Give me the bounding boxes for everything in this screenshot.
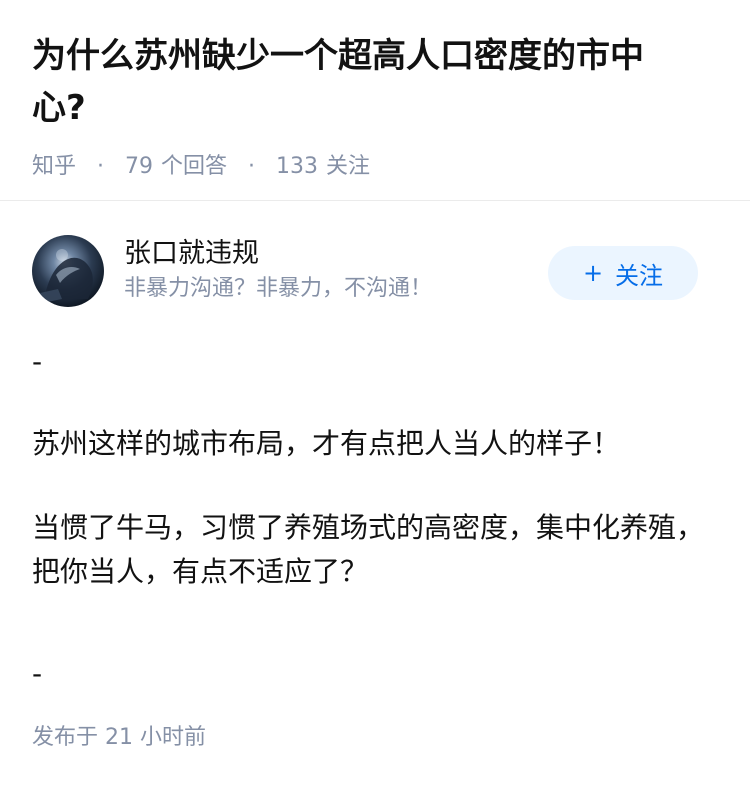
- question-meta: 知乎 · 79 个回答 · 133 关注: [32, 152, 718, 182]
- meta-separator: ·: [248, 154, 256, 179]
- publish-time: 发布于 21 小时前: [32, 722, 206, 754]
- followers-count-link[interactable]: 133 关注: [276, 154, 370, 179]
- answers-count-link[interactable]: 79 个回答: [125, 154, 227, 179]
- avatar[interactable]: [32, 235, 104, 307]
- author-name[interactable]: 张口就违规: [124, 235, 432, 273]
- author-info: 张口就违规 非暴力沟通？非暴力，不沟通！: [124, 235, 432, 305]
- divider: [0, 200, 750, 201]
- author-bio: 非暴力沟通？非暴力，不沟通！: [124, 276, 433, 301]
- avatar-image: [40, 249, 93, 303]
- answers-label: 个回答: [161, 154, 228, 179]
- answer-paragraph-1: 苏州这样的城市布局，才有点把人当人的样子！: [32, 427, 621, 460]
- follow-label: 关注: [615, 261, 664, 290]
- author-card: 张口就违规 非暴力沟通？非暴力，不沟通！ + 关注: [32, 235, 698, 309]
- answer-content: - 苏州这样的城市布局，才有点把人当人的样子！ 当惯了牛马，习惯了养殖场式的高密…: [32, 340, 712, 696]
- answer-paragraph-2: 当惯了牛马，习惯了养殖场式的高密度，集中化养殖，把你当人，有点不适应了？: [32, 511, 705, 588]
- published-time: 21 小时前: [105, 725, 207, 750]
- question-title[interactable]: 为什么苏州缺少一个超高人口密度的市中心?: [32, 30, 692, 134]
- follow-button[interactable]: + 关注: [548, 246, 698, 300]
- published-label: 发布于: [32, 725, 99, 750]
- followers-label: 关注: [326, 154, 371, 179]
- meta-separator: ·: [97, 154, 105, 179]
- followers-count: 133: [276, 154, 319, 179]
- source-label[interactable]: 知乎: [32, 154, 76, 179]
- answer-dash-top: -: [32, 345, 43, 378]
- answers-count: 79: [125, 154, 154, 179]
- plus-icon: +: [582, 259, 604, 287]
- answer-dash-bottom: -: [32, 657, 43, 690]
- answer-page: 为什么苏州缺少一个超高人口密度的市中心? 知乎 · 79 个回答 · 133 关注 …: [0, 0, 750, 790]
- question-header: 为什么苏州缺少一个超高人口密度的市中心? 知乎 · 79 个回答 · 133 关注: [0, 0, 750, 182]
